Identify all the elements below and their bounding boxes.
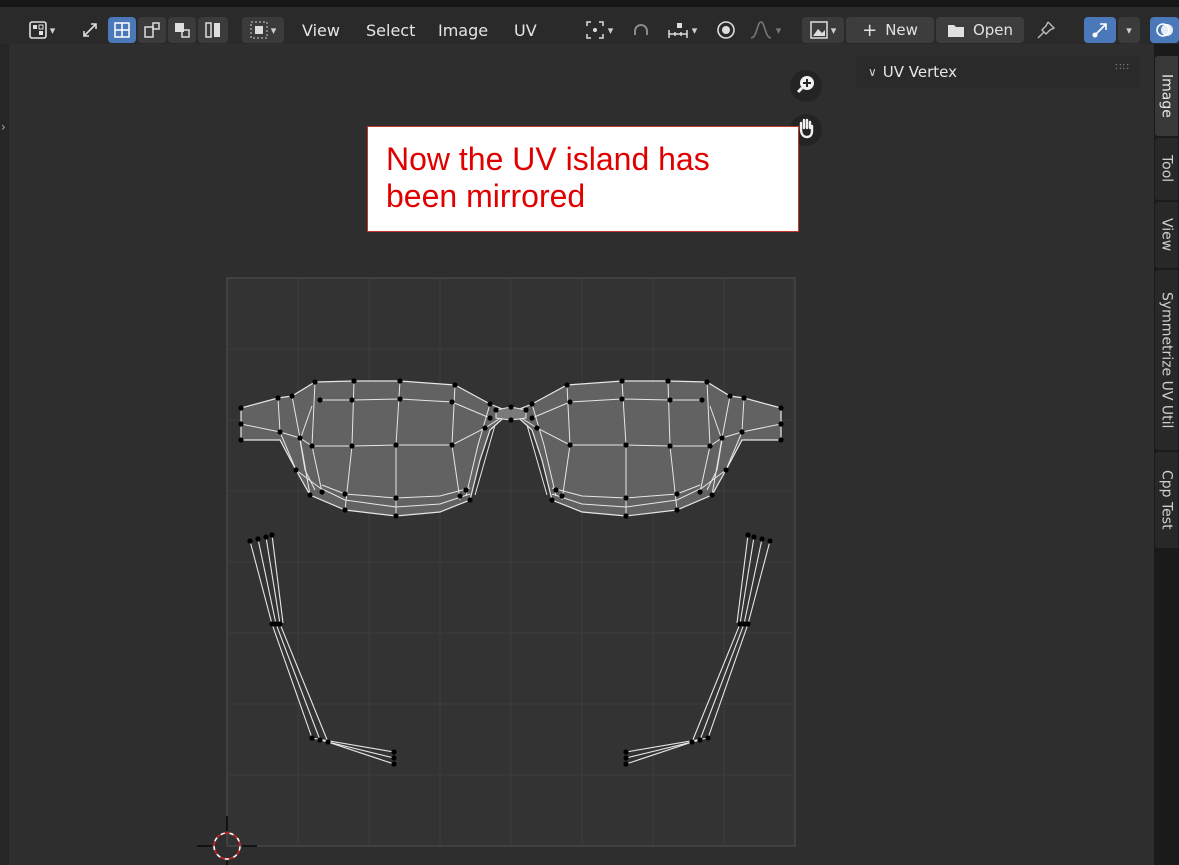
tab-cpp-test[interactable]: Cpp Test (1155, 452, 1178, 548)
zoom-button[interactable] (790, 70, 822, 102)
drag-grip-icon[interactable]: ∷∷ (1115, 62, 1130, 73)
tab-tool-label: Tool (1158, 155, 1175, 183)
overlay-toggle-button[interactable] (1150, 17, 1179, 43)
tab-view-label: View (1158, 218, 1175, 252)
tab-tool[interactable]: Tool (1155, 138, 1178, 200)
tab-image[interactable]: Image (1155, 56, 1178, 136)
zoom-in-icon (795, 73, 817, 99)
tab-view[interactable]: View (1155, 202, 1178, 268)
sidebar-tabs: Image Tool View Symmetrize UV Util Cpp T… (1154, 44, 1179, 865)
annotation-callout: Now the UV island has been mirrored (367, 126, 799, 232)
tab-symmetrize-uv-util-label: Symmetrize UV Util (1158, 291, 1175, 429)
chevron-down-icon: ∨ (868, 65, 877, 79)
callout-line-1: Now the UV island has (386, 141, 710, 177)
tab-cpp-test-label: Cpp Test (1158, 470, 1175, 530)
uv-vertex-panel-title: UV Vertex (882, 63, 958, 81)
uv-vertex-panel-header[interactable]: ∨ UV Vertex ∷∷ (856, 56, 1140, 88)
tab-image-label: Image (1158, 74, 1175, 118)
tab-symmetrize-uv-util[interactable]: Symmetrize UV Util (1155, 270, 1178, 450)
callout-line-2: been mirrored (386, 178, 586, 214)
overlay-icon (1155, 20, 1175, 40)
